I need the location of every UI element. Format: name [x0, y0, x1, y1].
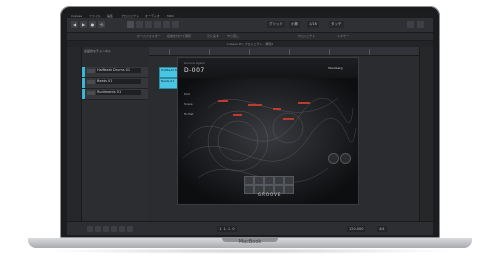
- drum-pad[interactable]: [244, 185, 254, 194]
- transport-play-button[interactable]: [119, 226, 125, 232]
- glue-tool-button[interactable]: [154, 21, 161, 28]
- rewind-button[interactable]: ◀: [71, 21, 78, 28]
- plugin-vendor: Steinberg: [328, 66, 343, 70]
- drum-pad[interactable]: [284, 185, 294, 194]
- track-color: [82, 89, 85, 99]
- subbar-label[interactable]: 名前を付けて保存: [167, 34, 191, 38]
- sub-toolbar: ホームフォルダー 名前を付けて保存 元に戻す やり直し プロジェクト ミキサー: [67, 33, 433, 41]
- laptop-brand-label: MacBook: [238, 239, 262, 245]
- right-zone: [419, 47, 433, 221]
- transport-cycle-button[interactable]: [103, 226, 109, 232]
- subbar-label[interactable]: 元に戻す: [207, 34, 219, 38]
- layout-button[interactable]: [407, 21, 414, 28]
- track-buttons[interactable]: [87, 80, 95, 84]
- grid-selector[interactable]: グリッド: [267, 21, 285, 28]
- tracklist-header-label: 全般的なチャンネル: [84, 49, 111, 53]
- track-buttons[interactable]: [87, 69, 95, 73]
- subbar-label[interactable]: ホームフォルダー: [137, 34, 161, 38]
- transport-bar: 1. 1. 1. 0 120.000 4/4: [67, 221, 433, 235]
- subbar-label[interactable]: やり直し: [227, 34, 239, 38]
- track-name[interactable]: Beats 01: [96, 79, 141, 84]
- param-label: Kick: [184, 92, 191, 96]
- param-label: Snare: [184, 102, 193, 106]
- transport-position[interactable]: 1. 1. 1. 0: [217, 226, 237, 232]
- daw-screen: Cubase ファイル 編集 プロジェクト オーディオ MIDI ◀ ▶ ● ⟲…: [67, 13, 433, 235]
- tracklist-header: 全般的なチャンネル: [82, 47, 148, 68]
- transport-forward-button[interactable]: [95, 226, 101, 232]
- ruler-tick: [169, 49, 170, 55]
- ruler-tick: [329, 49, 330, 55]
- erase-tool-button[interactable]: [163, 21, 170, 28]
- zoom-tool-button[interactable]: [172, 21, 179, 28]
- record-button[interactable]: ●: [89, 21, 96, 28]
- timeline-ruler[interactable]: [149, 47, 419, 56]
- track-row[interactable]: Rudiments 01: [82, 89, 148, 100]
- track-color: [82, 67, 85, 77]
- param-label: Hi-Hat: [184, 112, 194, 116]
- drum-pad[interactable]: [254, 176, 264, 185]
- drum-pad[interactable]: [264, 176, 274, 185]
- window-button[interactable]: [417, 21, 424, 28]
- plugin-kit-name[interactable]: D-007: [184, 67, 205, 74]
- level-knob[interactable]: [328, 153, 339, 164]
- transport-signature[interactable]: 4/4: [377, 226, 387, 232]
- groove-agent-plugin-window[interactable]: Groove Agent D-007 Steinberg Kick Snare …: [177, 57, 359, 205]
- plugin-header: Groove Agent D-007 Steinberg: [178, 58, 358, 79]
- track-row[interactable]: Halfbeat Drums 01: [82, 67, 148, 78]
- toolbar: ◀ ▶ ● ⟲ グリッド 小節 1/16 タッチ: [67, 18, 433, 33]
- laptop-shadow: [40, 248, 460, 254]
- transport-rewind-button[interactable]: [87, 226, 93, 232]
- ruler-tick: [369, 49, 370, 55]
- track-row[interactable]: Beats 01: [82, 78, 148, 89]
- transport-stop-button[interactable]: [111, 226, 117, 232]
- range-tool-button[interactable]: [136, 21, 143, 28]
- play-button[interactable]: ▶: [80, 21, 87, 28]
- cycle-button[interactable]: ⟲: [98, 21, 105, 28]
- split-tool-button[interactable]: [145, 21, 152, 28]
- track-color: [82, 78, 85, 88]
- track-list: Halfbeat Drums 01 Beats 01 Rudiments 01: [82, 67, 148, 221]
- track-name[interactable]: Rudiments 01: [96, 90, 141, 95]
- transport-tempo[interactable]: 120.000: [347, 226, 366, 232]
- drum-pad[interactable]: [274, 176, 284, 185]
- ruler-tick: [249, 49, 250, 55]
- drum-pad[interactable]: [244, 176, 254, 185]
- ruler-tick: [289, 49, 290, 55]
- automation-mode-selector[interactable]: タッチ: [329, 21, 344, 28]
- plugin-subtitle: Groove Agent: [184, 61, 205, 65]
- subbar-label[interactable]: プロジェクト: [297, 34, 315, 38]
- drum-pad[interactable]: [284, 176, 294, 185]
- ruler-tick: [209, 49, 210, 55]
- select-tool-button[interactable]: [127, 21, 134, 28]
- inspector-panel: [67, 47, 82, 221]
- subbar-label[interactable]: ミキサー: [337, 34, 349, 38]
- bar-selector[interactable]: 小節: [289, 21, 300, 28]
- quantize-selector[interactable]: 1/16: [307, 21, 319, 28]
- track-buttons[interactable]: [87, 91, 95, 95]
- plugin-logo: GROOVE: [258, 192, 282, 197]
- track-name[interactable]: Halfbeat Drums 01: [96, 68, 141, 73]
- pan-knob[interactable]: [340, 153, 351, 164]
- transport-record-button[interactable]: [127, 226, 133, 232]
